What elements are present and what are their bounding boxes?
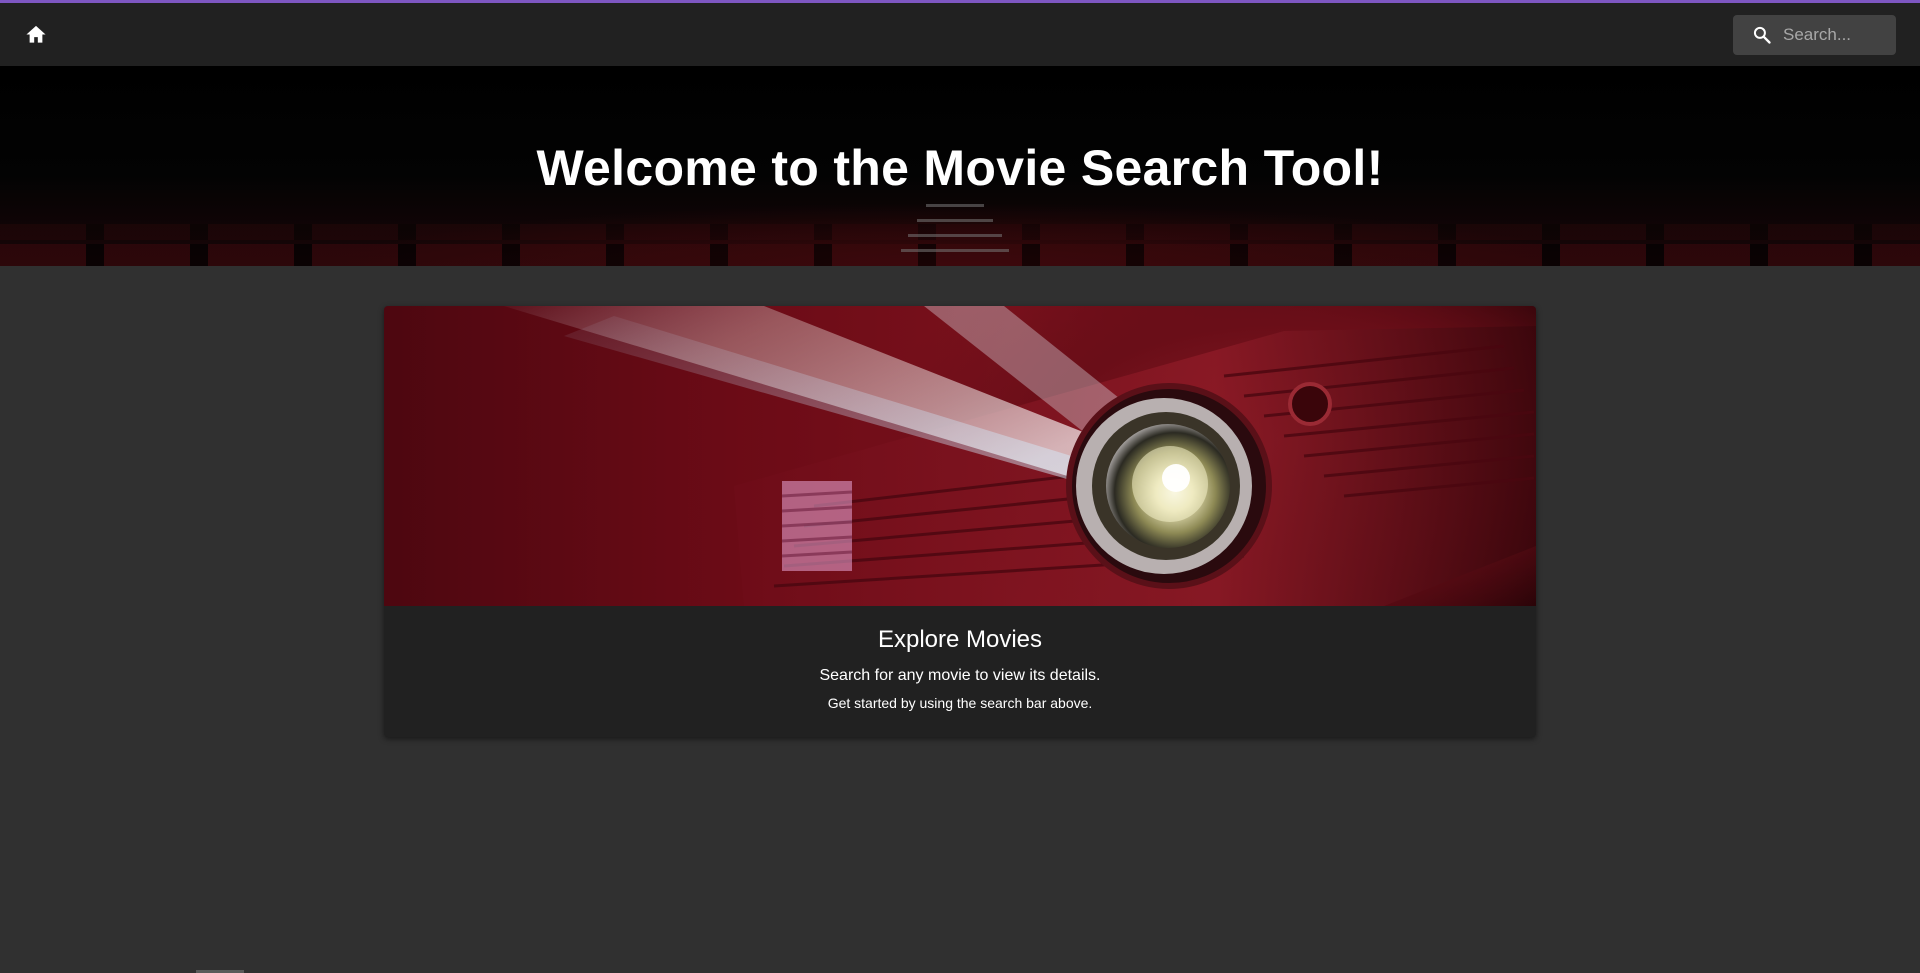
hero-banner: Welcome to the Movie Search Tool!	[0, 66, 1920, 266]
home-icon	[25, 24, 47, 49]
search-field[interactable]	[1733, 15, 1896, 55]
home-button[interactable]	[18, 18, 54, 54]
movie-projector-image	[384, 306, 1536, 606]
explore-card: Explore Movies Search for any movie to v…	[384, 306, 1536, 737]
hero-title: Welcome to the Movie Search Tool!	[536, 140, 1384, 196]
card-title: Explore Movies	[877, 626, 1043, 653]
search-icon	[1751, 24, 1773, 46]
card-hint: Get started by using the search bar abov…	[827, 695, 1093, 711]
search-input[interactable]	[1783, 25, 1888, 45]
card-content: Explore Movies Search for any movie to v…	[384, 606, 1536, 712]
card-description: Search for any movie to view its details…	[819, 667, 1101, 684]
app-bar	[0, 0, 1920, 66]
